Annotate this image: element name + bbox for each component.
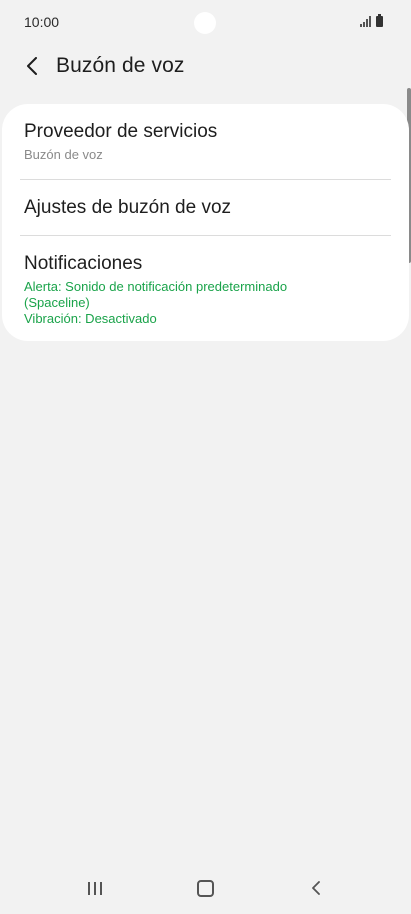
item-title: Proveedor de servicios (24, 121, 218, 142)
back-nav-button[interactable] (296, 872, 336, 904)
back-button[interactable] (20, 54, 44, 78)
alert-sound-text: Alerta: Sonido de notificación predeterm… (24, 279, 288, 294)
status-time: 10:00 (24, 14, 60, 30)
recents-icon (88, 881, 103, 895)
recents-button[interactable] (75, 872, 115, 904)
list-item-voicemail-settings[interactable]: Ajustes de buzón de voz (2, 180, 409, 235)
status-bar: 10:00 (0, 0, 411, 44)
vibration-status: Vibración: Desactivado (24, 311, 157, 326)
signal-icon (360, 16, 371, 27)
navigation-bar (0, 862, 411, 914)
list-item-service-provider[interactable]: Proveedor de servicios Buzón de voz (2, 104, 409, 179)
status-icons (360, 14, 383, 27)
list-item-notifications[interactable]: Notificaciones Alerta: Sonido de notific… (2, 236, 409, 341)
battery-icon (376, 14, 383, 27)
alert-sound-name: (Spaceline) (24, 295, 90, 310)
page-title: Buzón de voz (56, 54, 185, 77)
camera-cutout (194, 12, 216, 34)
app-header: Buzón de voz (0, 44, 411, 88)
home-button[interactable] (185, 872, 225, 904)
item-subtitle: Buzón de voz (24, 147, 103, 162)
settings-card: Proveedor de servicios Buzón de voz Ajus… (2, 104, 409, 341)
item-title: Notificaciones (24, 253, 143, 274)
screen: 10:00 Buzón de voz Proveedor de servicio… (0, 0, 411, 914)
chevron-left-icon (27, 57, 37, 75)
home-icon (196, 879, 214, 897)
back-nav-icon (312, 881, 321, 895)
item-title: Ajustes de buzón de voz (24, 196, 232, 218)
